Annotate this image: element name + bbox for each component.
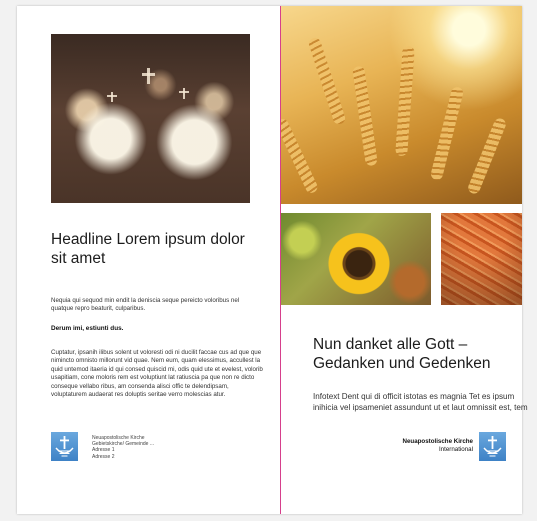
org-name: Neuapostolische Kirche	[402, 438, 474, 445]
wheat-photo	[281, 6, 522, 204]
right-info-text: Infotext Dent qui di officit istotas es …	[313, 392, 528, 412]
left-headline: Headline Lorem ipsum dolor sit amet	[51, 231, 245, 267]
left-body-text: Cuptatur, ipsanih ilibus solent ut volor…	[51, 349, 263, 399]
brochure-spread: Headline Lorem ipsum dolor sit amet Nequ…	[17, 6, 528, 514]
address-block: Neuapostolische Kirche Gebietskirche/ Ge…	[92, 435, 212, 460]
church-logo-icon	[51, 432, 78, 461]
left-intro-text: Nequia qui sequod min endit la deniscia …	[51, 297, 240, 313]
left-subhead: Derum imi, estiunti dus.	[51, 325, 124, 332]
right-headline: Nun danket alle Gott – Gedanken und Gede…	[313, 336, 491, 372]
carrots-photo	[441, 213, 522, 305]
address-line: Adresse 2	[92, 453, 115, 460]
org-subtitle: International	[438, 445, 473, 453]
church-logo-icon	[479, 432, 506, 461]
sunflower-photo	[281, 213, 431, 305]
org-signature: Neuapostolische Kirche International	[357, 438, 474, 453]
candles-photo	[51, 34, 250, 203]
